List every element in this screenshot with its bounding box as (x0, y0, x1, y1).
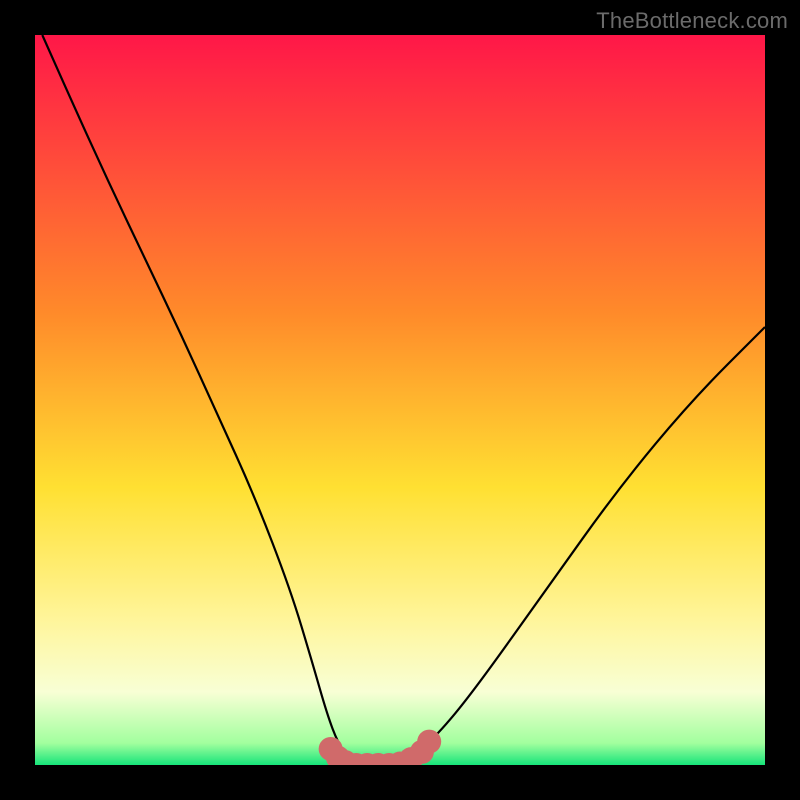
watermark-text: TheBottleneck.com (596, 8, 788, 34)
chart-frame: TheBottleneck.com (0, 0, 800, 800)
bottleneck-chart (35, 35, 765, 765)
plot-area (35, 35, 765, 765)
gradient-background (35, 35, 765, 765)
marker-dot (417, 730, 441, 754)
